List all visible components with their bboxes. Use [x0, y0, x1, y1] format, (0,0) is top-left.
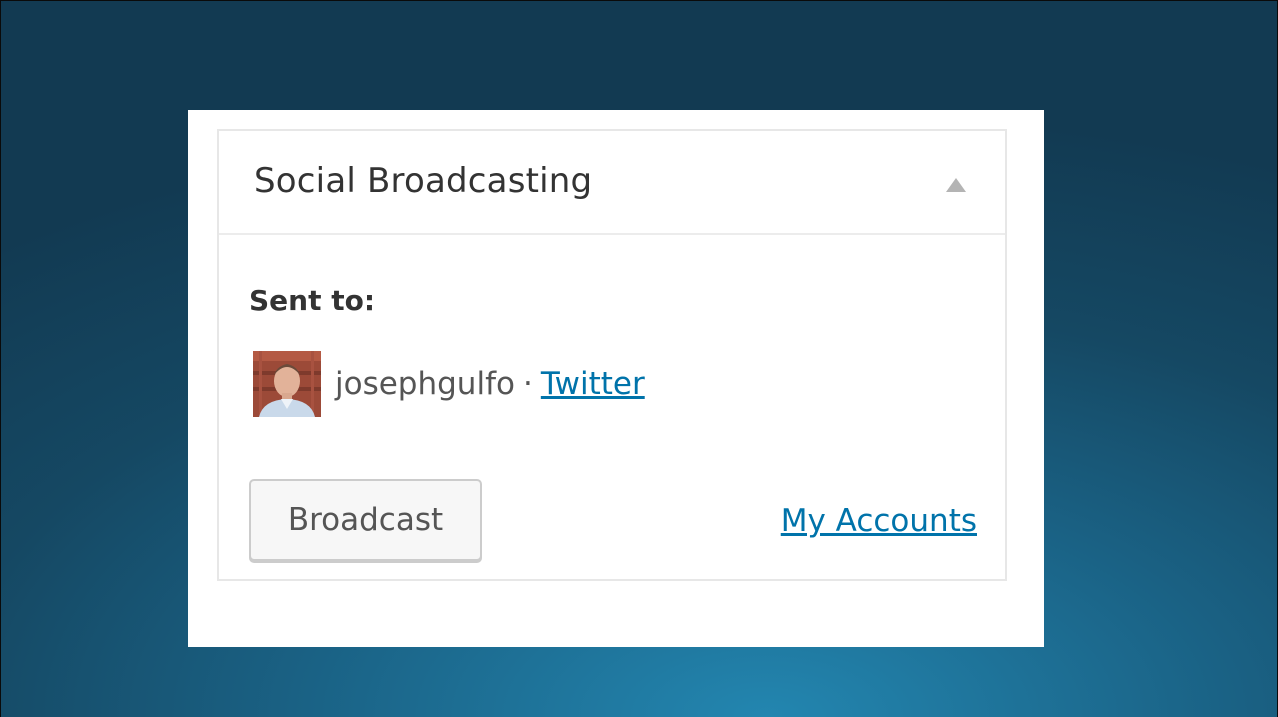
metabox-header[interactable]: Social Broadcasting	[219, 131, 1005, 235]
metabox-title: Social Broadcasting	[254, 161, 593, 201]
social-broadcasting-metabox: Social Broadcasting Sent to: josephgulfo	[217, 129, 1007, 581]
account-separator: ·	[522, 366, 533, 402]
account-row: josephgulfo · Twitter	[253, 351, 645, 417]
my-accounts-link[interactable]: My Accounts	[781, 501, 977, 541]
account-username: josephgulfo	[335, 366, 515, 402]
broadcast-button[interactable]: Broadcast	[249, 479, 482, 561]
collapse-arrow-icon[interactable]	[945, 177, 967, 193]
sent-to-label: Sent to:	[249, 284, 376, 317]
screenshot-card: Social Broadcasting Sent to: josephgulfo	[188, 110, 1044, 647]
twitter-service-link[interactable]: Twitter	[541, 364, 645, 404]
user-avatar-icon	[253, 351, 321, 417]
